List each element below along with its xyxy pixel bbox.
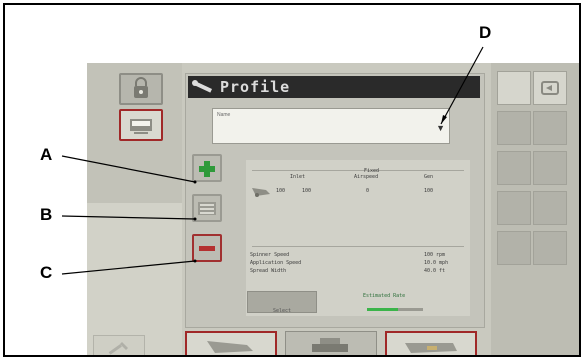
callout-lines [61, 46, 484, 275]
callout-a: A [40, 145, 53, 164]
figure-frame: Profile Name ▼ Inlet Fixed Airspeed Gen … [3, 3, 581, 357]
callout-b: B [40, 205, 53, 224]
callout-d: D [479, 23, 492, 42]
callout-c: C [40, 263, 53, 282]
